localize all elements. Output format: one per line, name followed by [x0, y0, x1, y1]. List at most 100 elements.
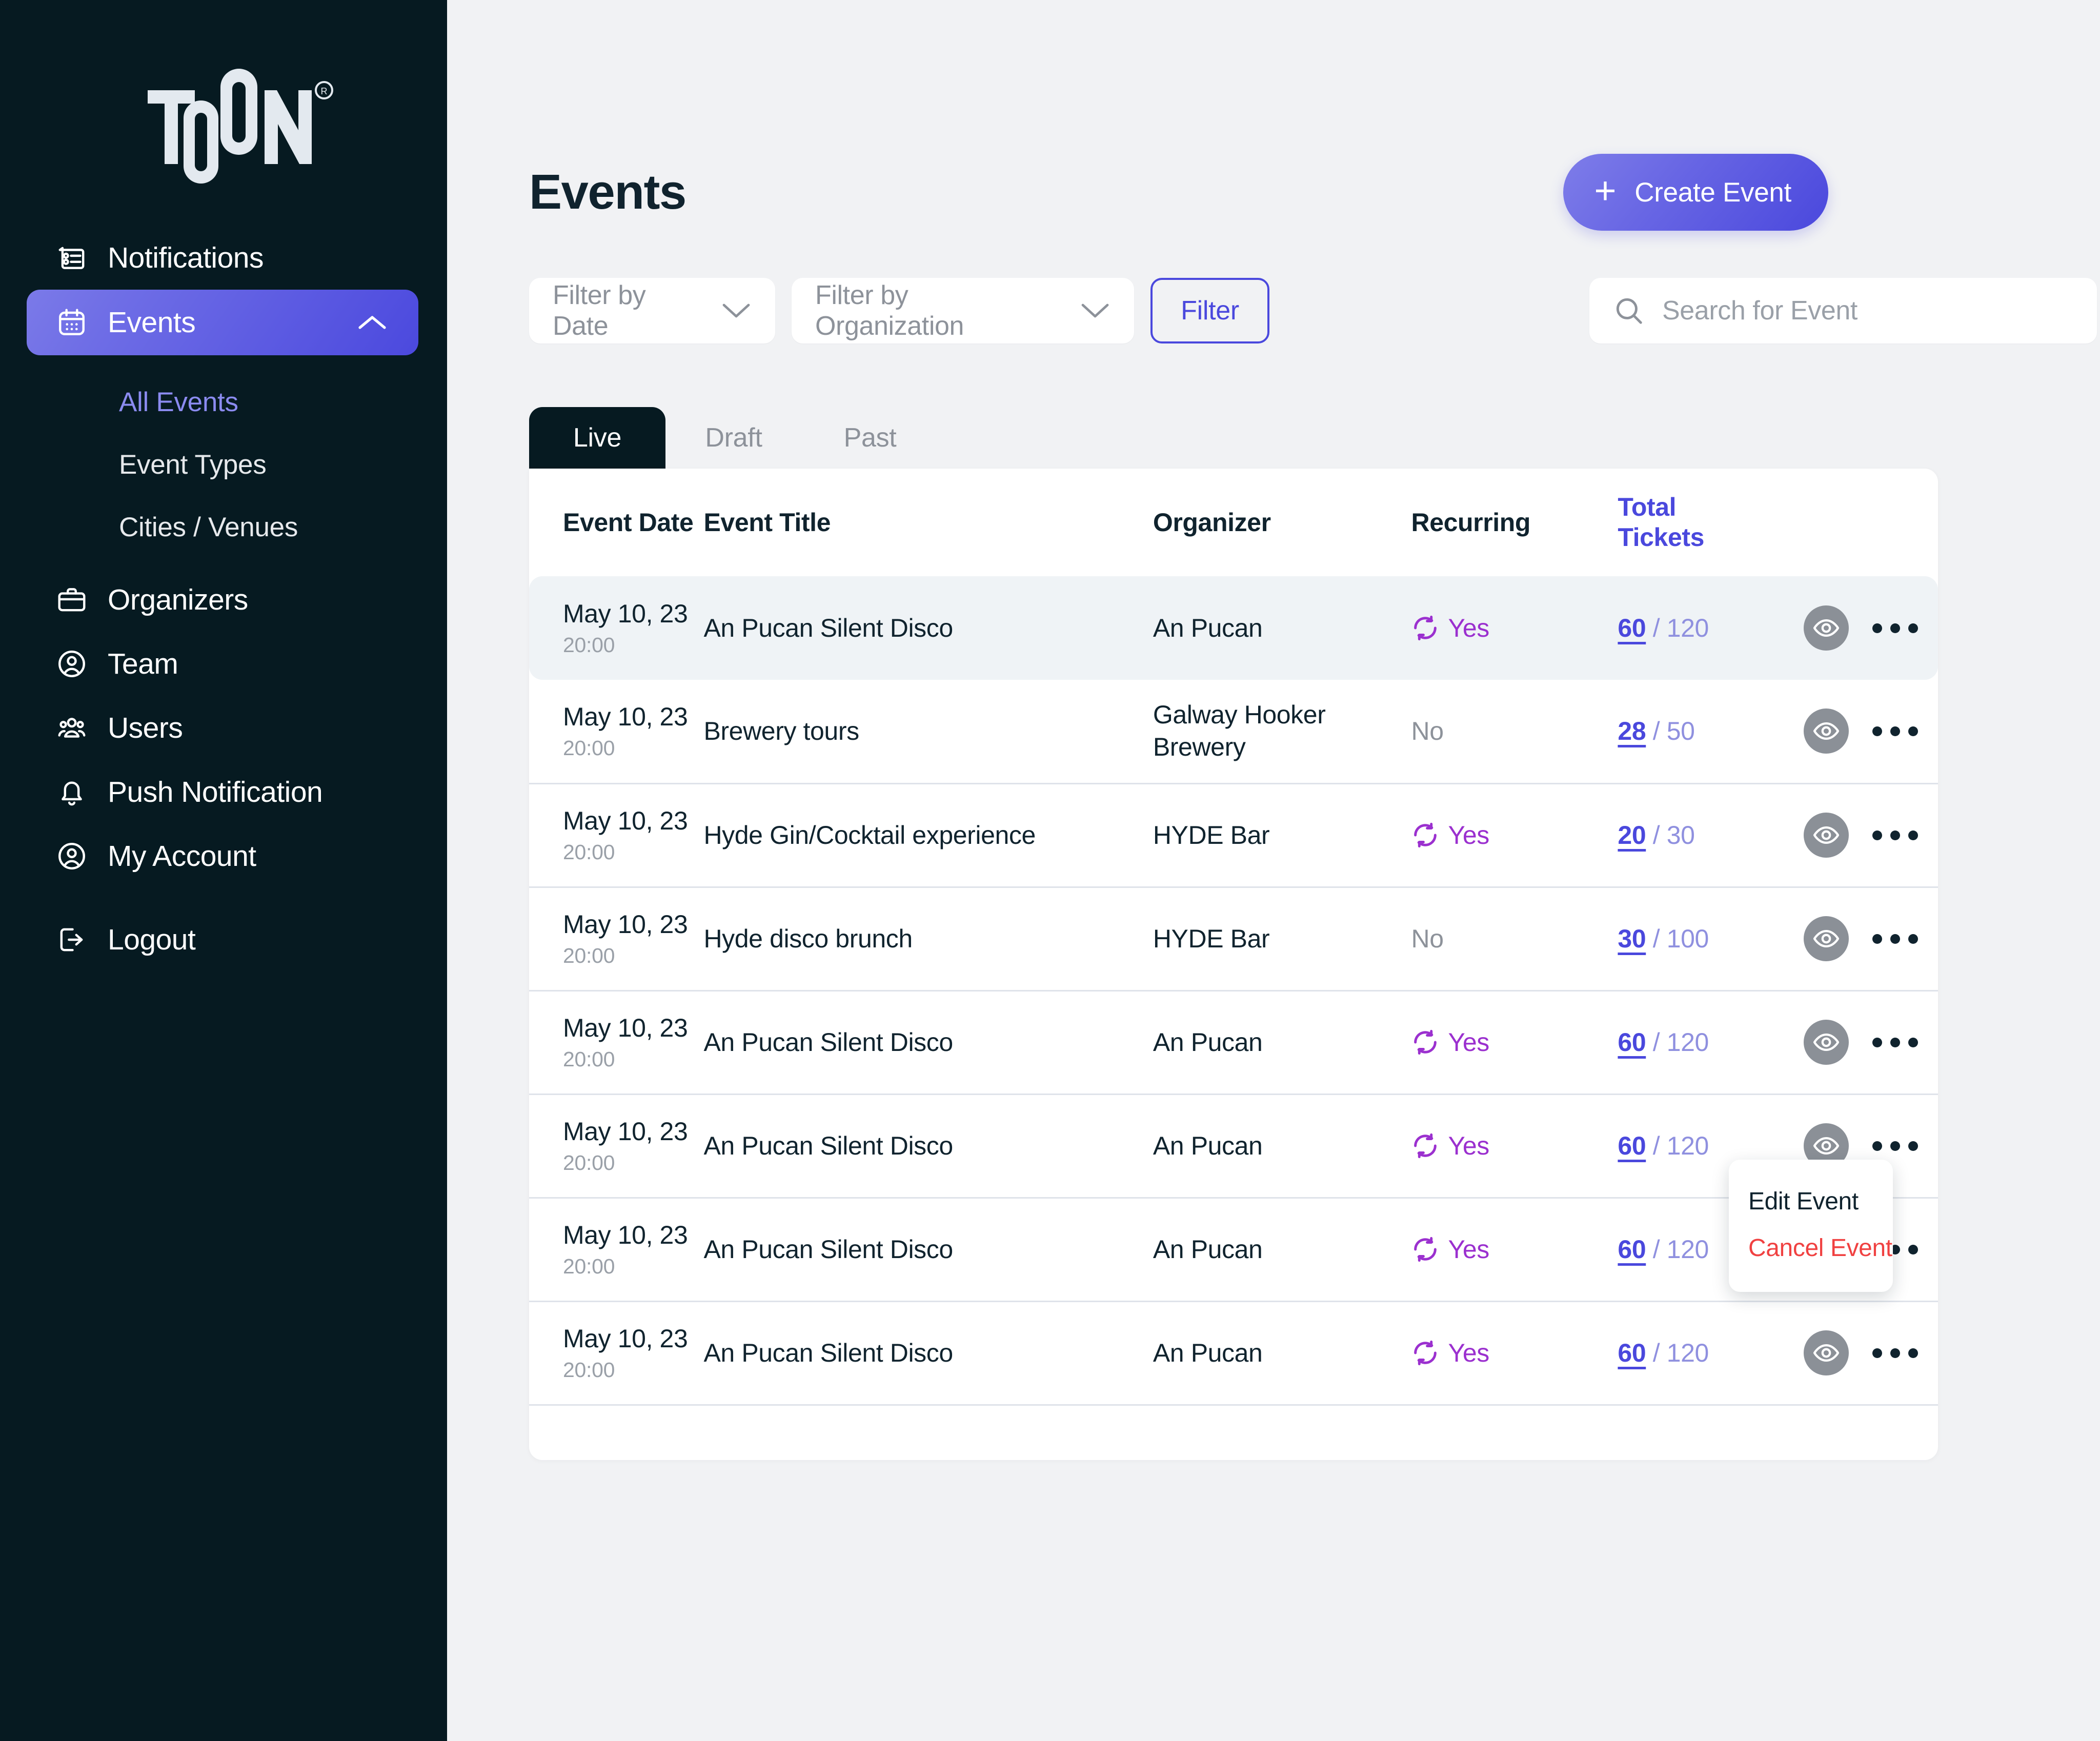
sidebar-item-label: Notifications: [108, 241, 264, 274]
table-row[interactable]: May 10, 23 20:00 Hyde disco brunch HYDE Bar…: [529, 887, 1938, 991]
view-event-button[interactable]: [1804, 916, 1849, 961]
tab-draft[interactable]: Draft: [665, 407, 802, 469]
search-event-box[interactable]: [1589, 278, 2097, 343]
sidebar-item-cities-venues[interactable]: Cities / Venues: [0, 496, 447, 558]
tickets-sold[interactable]: 60: [1618, 1028, 1646, 1057]
bell-icon: [55, 776, 88, 808]
dot: [1908, 1037, 1919, 1047]
recurring-sync-icon: [1411, 1339, 1439, 1367]
event-time-value: 20:00: [563, 1358, 615, 1382]
col-header-organizer: Organizer: [1153, 508, 1271, 537]
tickets-sold[interactable]: 28: [1618, 717, 1646, 745]
search-input[interactable]: [1662, 295, 2073, 326]
sidebar-item-team[interactable]: Team: [0, 632, 447, 696]
sidebar-item-push-notification[interactable]: Push Notification: [0, 760, 447, 824]
dot: [1890, 934, 1901, 944]
search-icon: [1613, 295, 1645, 327]
cell-event-title: Brewery tours: [703, 680, 1153, 784]
sidebar-item-my-account[interactable]: My Account: [0, 824, 447, 888]
table-row[interactable]: May 10, 23 20:00 An Pucan Silent Disco An P…: [529, 576, 1938, 680]
cell-event-title: Hyde Gin/Cocktail experience: [703, 783, 1153, 888]
sidebar-item-organizers[interactable]: Organizers: [0, 568, 447, 632]
cell-actions: [1804, 576, 1938, 680]
recurring-value: Yes: [1448, 821, 1490, 849]
event-date-value: May 10, 23: [563, 1324, 688, 1353]
filter-button[interactable]: Filter: [1150, 278, 1269, 343]
context-menu-edit-event[interactable]: Edit Event: [1729, 1178, 1893, 1225]
recurring-value: Yes: [1448, 1235, 1490, 1264]
events-table-card: Event Date Event Title Organizer Recurri…: [529, 469, 1938, 1460]
dot: [1890, 830, 1901, 840]
view-event-button[interactable]: [1804, 813, 1849, 858]
tickets-sold[interactable]: 60: [1618, 1339, 1646, 1367]
sidebar-item-events[interactable]: Events: [27, 290, 418, 355]
cell-total-tickets: 20 / 30: [1618, 783, 1804, 888]
col-header-total-tickets[interactable]: Total Tickets: [1618, 469, 1804, 576]
sidebar-item-users[interactable]: Users: [0, 696, 447, 760]
tickets-sold[interactable]: 20: [1618, 821, 1646, 849]
cell-total-tickets: 28 / 50: [1618, 680, 1804, 784]
cell-actions: [1804, 887, 1938, 991]
sidebar-item-event-types[interactable]: Event Types: [0, 433, 447, 496]
sidebar-item-notifications[interactable]: Notifications: [0, 226, 447, 290]
row-more-options-button[interactable]: [1872, 830, 1919, 840]
cell-actions: [1804, 680, 1938, 784]
table-row[interactable]: May 10, 23 20:00 An Pucan Silent Disco An P…: [529, 1094, 1938, 1199]
svg-text:R: R: [321, 86, 328, 96]
filter-by-date-select[interactable]: Filter by Date: [529, 278, 775, 343]
row-more-options-button[interactable]: [1872, 726, 1919, 736]
view-event-button[interactable]: [1804, 1330, 1849, 1375]
dot: [1872, 830, 1883, 840]
cell-organizer: HYDE Bar: [1153, 887, 1411, 991]
event-date-value: May 10, 23: [563, 806, 688, 835]
tab-label: Past: [843, 423, 897, 453]
tickets-sold[interactable]: 60: [1618, 614, 1646, 642]
event-time-value: 20:00: [563, 1254, 615, 1278]
view-event-button[interactable]: [1804, 1020, 1849, 1065]
cell-event-date: May 10, 23 20:00: [529, 576, 703, 680]
view-event-button[interactable]: [1804, 708, 1849, 754]
filter-by-organization-select[interactable]: Filter by Organization: [792, 278, 1134, 343]
tab-past[interactable]: Past: [802, 407, 938, 469]
tickets-sold[interactable]: 60: [1618, 1235, 1646, 1264]
col-header-event-title: Event Title: [703, 508, 831, 537]
row-more-options-button[interactable]: [1872, 623, 1919, 633]
dot: [1872, 1141, 1883, 1151]
table-header-row: Event Date Event Title Organizer Recurri…: [529, 469, 1938, 576]
recurring-value: No: [1411, 924, 1444, 953]
row-more-options-button[interactable]: [1872, 934, 1919, 944]
row-more-options-button[interactable]: [1872, 1037, 1919, 1047]
tab-label: Draft: [705, 423, 762, 453]
tickets-sold[interactable]: 60: [1618, 1131, 1646, 1160]
tickets-sold[interactable]: 30: [1618, 924, 1646, 953]
cell-recurring: Yes: [1411, 1301, 1618, 1406]
sidebar-item-logout[interactable]: Logout: [0, 907, 447, 971]
table-row[interactable]: May 10, 23 20:00 Hyde Gin/Cocktail experie…: [529, 783, 1938, 888]
context-menu-cancel-event[interactable]: Cancel Event: [1729, 1225, 1893, 1271]
cell-event-title: An Pucan Silent Disco: [703, 1198, 1153, 1302]
dot: [1872, 1348, 1883, 1358]
event-time-value: 20:00: [563, 1047, 615, 1071]
view-event-button[interactable]: [1804, 605, 1849, 651]
cell-actions: [1804, 1301, 1938, 1406]
recurring-value: Yes: [1448, 1339, 1490, 1367]
cell-recurring: Yes: [1411, 1094, 1618, 1199]
events-table-body: May 10, 23 20:00 An Pucan Silent Disco An P…: [529, 576, 1938, 1406]
row-more-options-button[interactable]: [1872, 1141, 1919, 1151]
chevron-up-icon[interactable]: [354, 304, 391, 341]
table-row[interactable]: May 10, 23 20:00 An Pucan Silent Disco An P…: [529, 1198, 1938, 1302]
chevron-down-icon: [721, 301, 752, 320]
dot: [1872, 934, 1883, 944]
event-date-value: May 10, 23: [563, 599, 688, 628]
dot: [1908, 934, 1919, 944]
table-row[interactable]: May 10, 23 20:00 An Pucan Silent Disco An P…: [529, 990, 1938, 1095]
row-more-options-button[interactable]: [1872, 1348, 1919, 1358]
sidebar-item-all-events[interactable]: All Events: [0, 371, 447, 433]
recurring-value: Yes: [1448, 614, 1490, 642]
table-row[interactable]: May 10, 23 20:00 An Pucan Silent Disco An P…: [529, 1301, 1938, 1406]
tab-live[interactable]: Live: [529, 407, 665, 469]
tickets-capacity: / 120: [1652, 1131, 1709, 1160]
table-row[interactable]: May 10, 23 20:00 Brewery tours Galway Hooke…: [529, 680, 1938, 784]
tickets-capacity: / 50: [1652, 717, 1695, 746]
create-event-button[interactable]: + Create Event: [1563, 154, 1828, 231]
